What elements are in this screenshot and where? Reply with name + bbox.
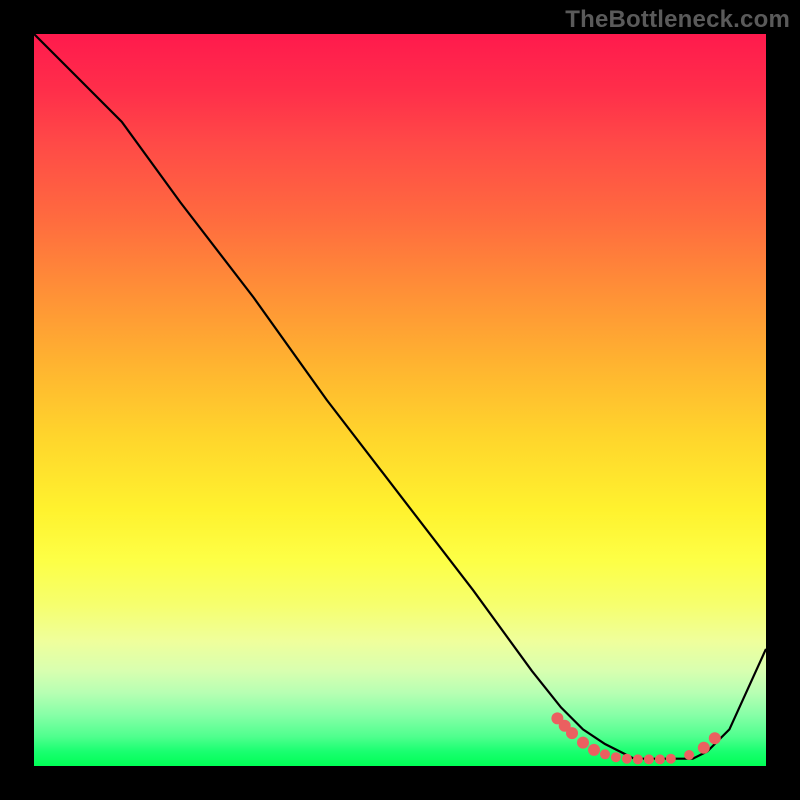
gradient-plot-area [34,34,766,766]
watermark-text: TheBottleneck.com [565,6,790,34]
